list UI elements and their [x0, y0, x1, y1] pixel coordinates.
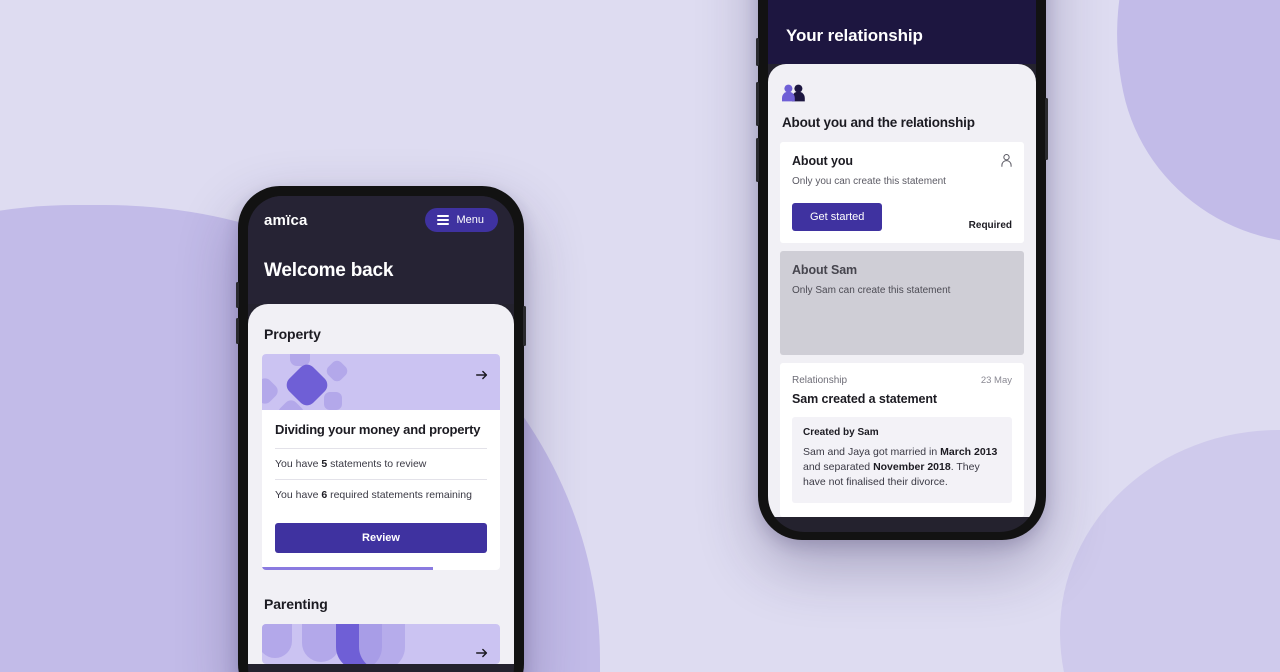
section-label-parenting: Parenting	[264, 596, 328, 612]
person-icon	[1001, 154, 1012, 167]
quote-author: Created by Sam	[803, 427, 879, 438]
arrow-right-icon[interactable]	[475, 368, 489, 382]
line-prefix: You have	[275, 489, 322, 501]
top-bar-left: amïca Menu	[248, 196, 514, 238]
power-button-left-phone[interactable]	[523, 306, 526, 346]
card-property[interactable]: Dividing your money and property You hav…	[262, 354, 500, 570]
page-title-right: Your relationship	[786, 26, 923, 45]
timeline-quote-box: Created by Sam Sam and Jaya got married …	[792, 417, 1012, 503]
content-sheet-right: About you and the relationship About you…	[768, 64, 1036, 517]
quote-text: Sam and Jaya got married in March 2013 a…	[803, 446, 998, 489]
progress-track-property	[262, 567, 500, 570]
amica-logo: amïca	[264, 211, 308, 229]
background-blob-bottom-right	[1060, 430, 1280, 672]
volume-up-button-left-phone[interactable]	[236, 282, 239, 308]
volume-down-button-right-phone[interactable]	[756, 138, 759, 182]
card-about-you-head: About you	[792, 154, 1012, 168]
card-parenting[interactable]	[262, 624, 500, 664]
timeline-title: Sam created a statement	[792, 392, 937, 406]
diamond-shapes-illustration	[262, 354, 500, 410]
volume-up-button-right-phone[interactable]	[756, 82, 759, 126]
line-prefix: You have	[275, 458, 322, 470]
line-suffix: required statements remaining	[327, 489, 472, 501]
menu-button[interactable]: Menu	[425, 208, 498, 232]
content-sheet-left: Property Dividing your money and propert…	[248, 304, 514, 664]
timeline-date: 23 May	[980, 375, 1012, 386]
screenshot-stage: amïca Menu Welcome back Property Dividin…	[0, 0, 1280, 672]
two-people-icon	[782, 84, 805, 102]
app-header-right: Your relationship	[768, 0, 1036, 64]
line-suffix: statements to review	[327, 458, 427, 470]
app-header-left: amïca Menu Welcome back	[248, 196, 514, 304]
volume-down-button-left-phone[interactable]	[236, 318, 239, 344]
menu-button-label: Menu	[456, 214, 484, 226]
page-title-left: Welcome back	[264, 260, 394, 281]
timeline-meta: Relationship 23 May	[792, 375, 1012, 386]
section-label-property: Property	[264, 326, 321, 342]
screen-left-phone: amïca Menu Welcome back Property Dividin…	[248, 196, 514, 672]
card-property-title: Dividing your money and property	[275, 422, 481, 437]
required-statements-line: You have 6 required statements remaining	[275, 480, 487, 510]
card-about-you-cta-row: Get started Required	[792, 203, 1012, 231]
timeline-category: Relationship	[792, 375, 848, 386]
statements-to-review-line: You have 5 statements to review	[275, 449, 487, 479]
phone-device-left: amïca Menu Welcome back Property Dividin…	[236, 186, 526, 672]
card-about-sam-subtitle: Only Sam can create this statement	[792, 285, 951, 296]
phone-device-right: Your relationship About you and the rela…	[756, 0, 1048, 540]
review-button[interactable]: Review	[275, 523, 487, 553]
hamburger-icon	[437, 215, 450, 225]
power-button-right-phone[interactable]	[1045, 98, 1048, 160]
card-about-sam-title: About Sam	[792, 263, 858, 277]
card-about-you-title: About you	[792, 154, 853, 168]
card-timeline-entry[interactable]: Relationship 23 May Sam created a statem…	[780, 363, 1024, 517]
card-about-you[interactable]: About you Only you can create this state…	[780, 142, 1024, 243]
semicircle-shapes-illustration	[262, 624, 500, 664]
background-blob-top-right	[1080, 0, 1280, 280]
progress-fill-property	[262, 567, 434, 570]
section-heading-right: About you and the relationship	[782, 115, 975, 130]
arrow-right-icon[interactable]	[475, 646, 489, 660]
mute-switch-right-phone[interactable]	[756, 38, 759, 66]
status-badge-required: Required	[968, 220, 1012, 231]
screen-right-phone: Your relationship About you and the rela…	[768, 0, 1036, 532]
get-started-button[interactable]: Get started	[792, 203, 883, 231]
card-about-you-subtitle: Only you can create this statement	[792, 176, 946, 187]
card-property-body: Dividing your money and property You hav…	[262, 410, 500, 567]
card-about-sam: About Sam Only Sam can create this state…	[780, 251, 1024, 355]
